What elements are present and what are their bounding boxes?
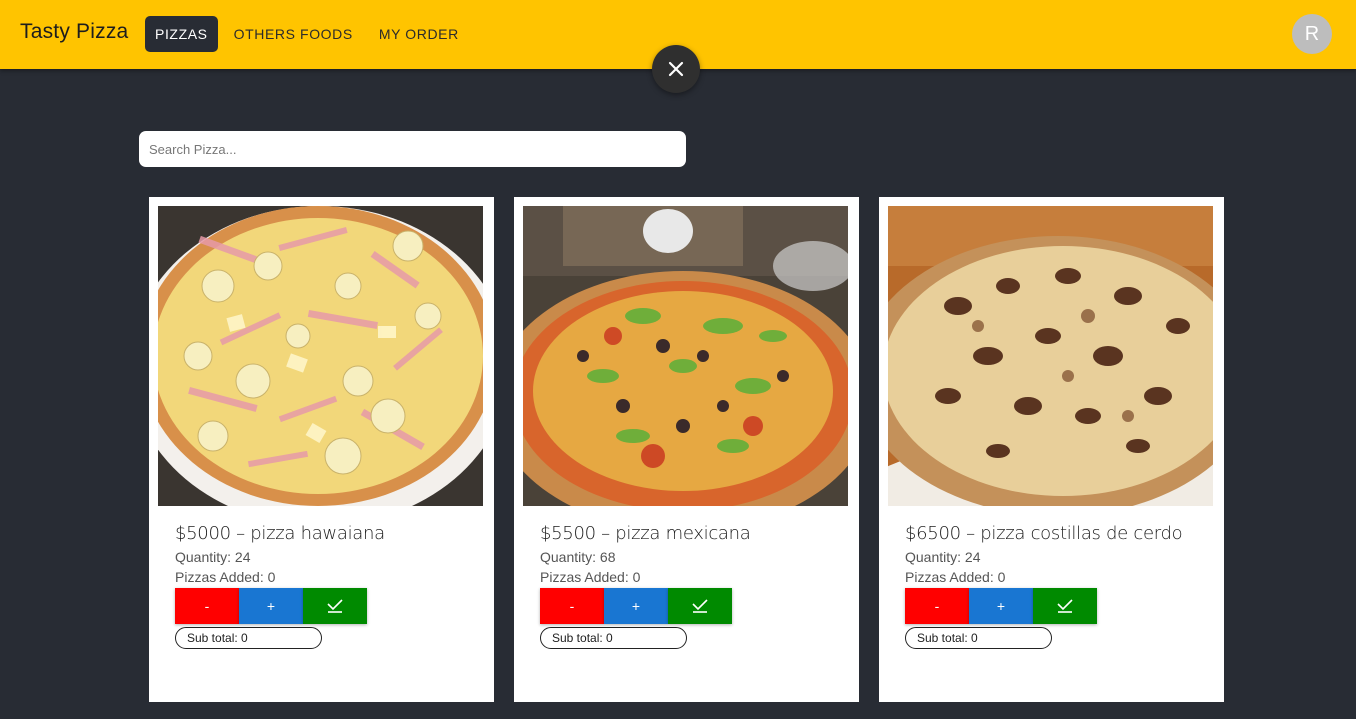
add-to-order-button[interactable]: [668, 588, 732, 624]
close-icon: [668, 61, 684, 77]
product-card-costillas: $6500 – pizza costillas de cerdo Quantit…: [879, 197, 1224, 702]
product-quantity: Quantity: 24: [175, 549, 251, 565]
nav-pizzas[interactable]: PIZZAS: [145, 16, 218, 52]
add-to-order-button[interactable]: [303, 588, 367, 624]
increase-button[interactable]: +: [239, 588, 303, 624]
product-title: $5000 – pizza hawaiana: [175, 523, 385, 544]
decrease-button[interactable]: -: [540, 588, 604, 624]
decrease-button[interactable]: -: [905, 588, 969, 624]
avatar[interactable]: R: [1292, 14, 1332, 54]
product-card-hawaiana: $5000 – pizza hawaiana Quantity: 24 Pizz…: [149, 197, 494, 702]
quantity-controls: - +: [540, 588, 732, 624]
product-quantity: Quantity: 68: [540, 549, 616, 565]
subtotal-badge: Sub total: 0: [175, 627, 322, 649]
quantity-controls: - +: [905, 588, 1097, 624]
decrease-button[interactable]: -: [175, 588, 239, 624]
search-input[interactable]: [139, 131, 686, 167]
pizza-hawaiana-image: [158, 206, 483, 506]
increase-button[interactable]: +: [604, 588, 668, 624]
add-to-order-button[interactable]: [1033, 588, 1097, 624]
main-nav: PIZZAS OTHERS FOODS MY ORDER: [145, 16, 475, 52]
pizza-costillas-image: [888, 206, 1213, 506]
subtotal-badge: Sub total: 0: [540, 627, 687, 649]
check-download-icon: [692, 599, 708, 613]
nav-other-foods[interactable]: OTHERS FOODS: [224, 16, 363, 52]
pizza-mexicana-image: [523, 206, 848, 506]
nav-my-order[interactable]: MY ORDER: [369, 16, 469, 52]
close-button[interactable]: [652, 45, 700, 93]
increase-button[interactable]: +: [969, 588, 1033, 624]
pizzas-added: Pizzas Added: 0: [905, 569, 1006, 585]
check-download-icon: [1057, 599, 1073, 613]
subtotal-badge: Sub total: 0: [905, 627, 1052, 649]
brand-title: Tasty Pizza: [20, 20, 129, 43]
pizzas-added: Pizzas Added: 0: [175, 569, 276, 585]
quantity-controls: - +: [175, 588, 367, 624]
product-card-mexicana: $5500 – pizza mexicana Quantity: 68 Pizz…: [514, 197, 859, 702]
pizzas-added: Pizzas Added: 0: [540, 569, 641, 585]
product-title: $6500 – pizza costillas de cerdo: [905, 523, 1183, 544]
product-title: $5500 – pizza mexicana: [540, 523, 751, 544]
product-quantity: Quantity: 24: [905, 549, 981, 565]
check-download-icon: [327, 599, 343, 613]
